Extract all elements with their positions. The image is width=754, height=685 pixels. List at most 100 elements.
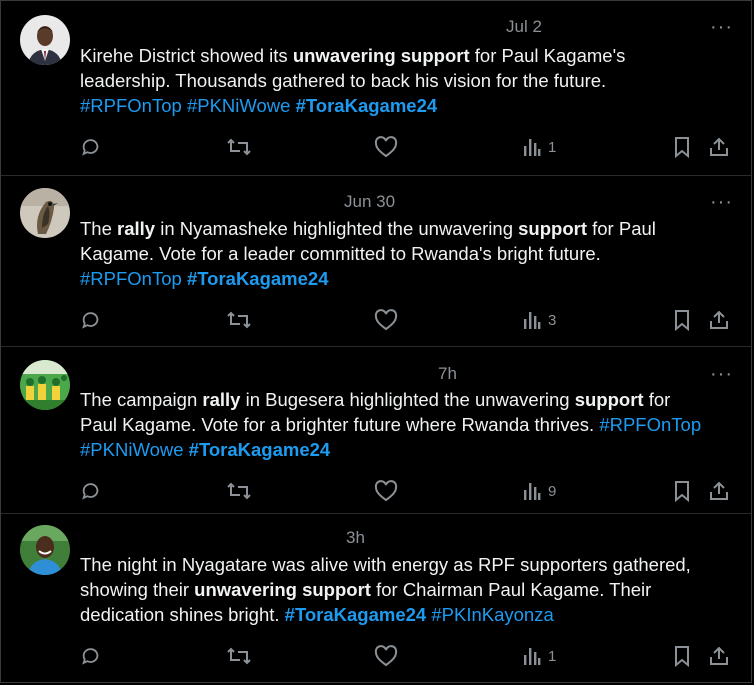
hashtag-link[interactable]: #RPFOnTop	[80, 268, 182, 289]
retweet-button[interactable]	[226, 134, 252, 160]
text-segment: leadership. Thousands gathered to back h…	[80, 70, 607, 91]
tweet-actions: 1	[0, 134, 754, 160]
emphasized-text: support	[574, 389, 644, 410]
reply-icon	[82, 312, 99, 329]
reply-button[interactable]	[80, 134, 102, 160]
reply-icon	[82, 139, 99, 156]
text-segment: Kagame. Vote for a leader committed to R…	[80, 243, 601, 264]
avatar[interactable]	[20, 188, 70, 238]
like-icon	[374, 136, 398, 158]
reply-icon	[82, 483, 99, 500]
views-count: 1	[548, 138, 557, 156]
reply-button[interactable]	[80, 643, 102, 669]
tweet-divider	[1, 346, 751, 347]
hashtag-link[interactable]: #ToraKagame24	[296, 95, 438, 116]
text-segment: for Paul	[586, 218, 656, 239]
tweet-text-line: The campaign rally in Bugesera highlight…	[80, 387, 740, 412]
share-icon	[710, 646, 728, 665]
reply-icon	[82, 648, 99, 665]
tweet-text: Kirehe District showed its unwavering su…	[80, 43, 740, 118]
share-icon	[710, 137, 728, 156]
hashtag-link[interactable]: #PKNiWowe	[187, 95, 291, 116]
emphasized-text: unwavering support	[194, 579, 371, 600]
retweet-icon	[227, 311, 251, 329]
tweet-actions: 1	[0, 643, 754, 669]
retweet-icon	[227, 138, 251, 156]
views-button[interactable]: 1	[522, 643, 556, 669]
tweet-text-line: #RPFOnTop #ToraKagame24	[80, 266, 740, 291]
views-button[interactable]: 9	[522, 478, 556, 504]
tweet-text-line: #PKNiWowe #ToraKagame24	[80, 437, 740, 462]
tweet-divider	[1, 175, 751, 176]
hashtag-link[interactable]: #RPFOnTop	[80, 95, 182, 116]
tweet-timestamp: Jun 30	[344, 192, 396, 211]
tweet-text-line: #RPFOnTop #PKNiWowe #ToraKagame24	[80, 93, 740, 118]
tweet-text-line: Kagame. Vote for a leader committed to R…	[80, 241, 740, 266]
like-button[interactable]	[374, 134, 398, 160]
share-button[interactable]	[708, 643, 730, 669]
tweet-text-line: Kirehe District showed its unwavering su…	[80, 43, 740, 68]
tweet-actions: 3	[0, 307, 754, 333]
retweet-button[interactable]	[226, 643, 252, 669]
text-segment: Kirehe District showed its	[80, 45, 293, 66]
hashtag-link[interactable]: #PKNiWowe	[80, 439, 184, 460]
tweet-text: The campaign rally in Bugesera highlight…	[80, 387, 740, 462]
hashtag-link[interactable]: #ToraKagame24	[189, 439, 331, 460]
text-segment: for Paul Kagame's	[469, 45, 626, 66]
reply-button[interactable]	[80, 307, 102, 333]
tweet-actions: 9	[0, 478, 754, 504]
text-segment: for Chairman Paul Kagame. Their	[370, 579, 652, 600]
emphasized-text: rally	[202, 389, 241, 410]
bookmark-button[interactable]	[672, 307, 692, 333]
views-icon	[524, 312, 541, 329]
bookmark-button[interactable]	[672, 134, 692, 160]
like-button[interactable]	[374, 643, 398, 669]
hashtag-link[interactable]: #RPFOnTop	[599, 414, 701, 435]
like-icon	[374, 309, 398, 331]
bookmark-icon	[675, 481, 689, 502]
like-button[interactable]	[374, 478, 398, 504]
retweet-icon	[227, 647, 251, 665]
share-button[interactable]	[708, 134, 730, 160]
reply-button[interactable]	[80, 478, 102, 504]
more-icon[interactable]: ···	[710, 192, 733, 212]
more-icon[interactable]: ···	[710, 17, 733, 37]
hashtag-link[interactable]: #ToraKagame24	[187, 268, 329, 289]
like-button[interactable]	[374, 307, 398, 333]
retweet-button[interactable]	[226, 478, 252, 504]
avatar[interactable]	[20, 360, 70, 410]
views-count: 1	[548, 647, 557, 665]
views-button[interactable]: 3	[522, 307, 556, 333]
avatar[interactable]	[20, 525, 70, 575]
hashtag-link[interactable]: #PKInKayonza	[431, 604, 553, 625]
retweet-button[interactable]	[226, 307, 252, 333]
retweet-icon	[227, 482, 251, 500]
text-segment: The campaign	[80, 389, 203, 410]
text-segment: in Nyamasheke highlighted the unwavering	[155, 218, 519, 239]
text-segment: dedication shines bright.	[80, 604, 285, 625]
tweet-divider	[1, 513, 751, 514]
tweet-text: The night in Nyagatare was alive with en…	[80, 552, 740, 627]
share-button[interactable]	[708, 307, 730, 333]
bookmark-button[interactable]	[672, 478, 692, 504]
bookmark-icon	[675, 310, 689, 331]
tweet-timestamp: 7h	[438, 364, 457, 383]
avatar[interactable]	[20, 15, 70, 65]
share-button[interactable]	[708, 478, 730, 504]
hashtag-link[interactable]: #ToraKagame24	[285, 604, 427, 625]
share-icon	[710, 481, 728, 500]
emphasized-text: support	[518, 218, 587, 239]
more-icon[interactable]: ···	[710, 364, 733, 384]
text-segment: showing their	[80, 579, 195, 600]
views-icon	[524, 483, 541, 500]
tweet-text-line: showing their unwavering support for Cha…	[80, 577, 740, 602]
text-segment: in Bugesera highlighted the unwavering	[240, 389, 575, 410]
tweet-text-line: dedication shines bright. #ToraKagame24 …	[80, 602, 740, 627]
views-count: 3	[548, 311, 557, 329]
tweet-text-line: The rally in Nyamasheke highlighted the …	[80, 216, 740, 241]
views-button[interactable]: 1	[522, 134, 556, 160]
bookmark-icon	[675, 646, 689, 667]
text-segment: The	[80, 218, 118, 239]
bookmark-button[interactable]	[672, 643, 692, 669]
like-icon	[374, 645, 398, 667]
